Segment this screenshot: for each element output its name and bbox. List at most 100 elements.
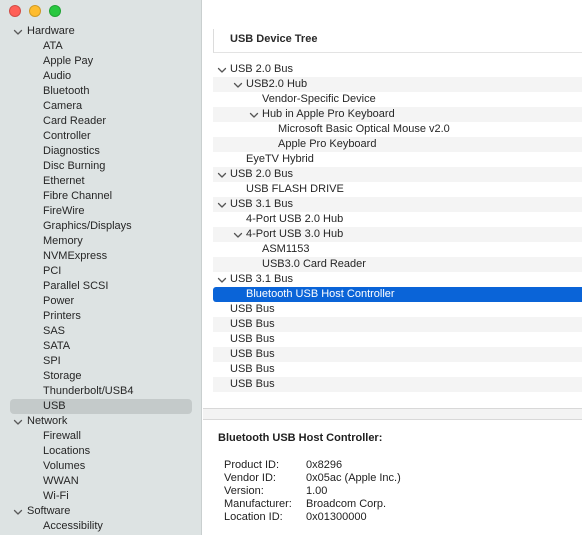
sidebar-item[interactable]: Firewall <box>0 429 201 444</box>
device-tree-row[interactable]: Hub in Apple Pro Keyboard <box>213 107 582 122</box>
sidebar-item[interactable]: Graphics/Displays <box>0 219 201 234</box>
sidebar-section-0[interactable]: Hardware <box>0 24 201 39</box>
split-divider[interactable] <box>203 408 582 420</box>
device-tree-label: USB Bus <box>230 333 275 345</box>
sidebar-item[interactable]: Bluetooth <box>0 84 201 99</box>
chevron-down-icon[interactable] <box>217 167 227 182</box>
device-tree-label: USB3.0 Card Reader <box>262 258 366 270</box>
sidebar-item[interactable]: Locations <box>0 444 201 459</box>
sidebar-item[interactable]: SPI <box>0 354 201 369</box>
sidebar-item[interactable]: Wi-Fi <box>0 489 201 504</box>
device-tree-row[interactable]: USB Bus <box>213 332 582 347</box>
sidebar-item[interactable]: Card Reader <box>0 114 201 129</box>
device-tree-row[interactable]: Apple Pro Keyboard <box>213 137 582 152</box>
minimize-window-button[interactable] <box>29 5 41 17</box>
property-value: Broadcom Corp. <box>306 498 387 510</box>
property-key: Manufacturer: <box>224 498 292 510</box>
zoom-window-button[interactable] <box>49 5 61 17</box>
property-row: Manufacturer: Broadcom Corp. <box>224 498 524 511</box>
sidebar-item[interactable]: Ethernet <box>0 174 201 189</box>
device-tree-row[interactable]: USB Bus <box>213 317 582 332</box>
device-tree-label: USB Bus <box>230 378 275 390</box>
chevron-down-icon[interactable] <box>233 77 243 92</box>
device-tree-row[interactable]: USB 2.0 Bus <box>213 167 582 182</box>
chevron-down-icon[interactable] <box>13 504 23 519</box>
device-tree-label: ASM1153 <box>262 243 310 255</box>
sidebar-section-label: Network <box>27 415 68 427</box>
sidebar-item[interactable]: Fibre Channel <box>0 189 201 204</box>
chevron-down-icon[interactable] <box>217 197 227 212</box>
sidebar-item[interactable]: Camera <box>0 99 201 114</box>
device-tree-row[interactable]: USB 3.1 Bus <box>213 197 582 212</box>
sidebar-item[interactable]: Accessibility <box>0 519 201 534</box>
device-tree-row[interactable]: USB3.0 Card Reader <box>213 257 582 272</box>
device-tree: USB 2.0 Bus USB2.0 Hub Vendor-Specific Dev… <box>213 62 582 392</box>
sidebar-item[interactable]: Disc Burning <box>0 159 201 174</box>
device-tree-label: Microsoft Basic Optical Mouse v2.0 <box>278 123 450 135</box>
device-tree-row[interactable]: USB 2.0 Bus <box>213 62 582 77</box>
device-tree-header[interactable]: USB Device Tree <box>213 29 582 53</box>
device-tree-label: USB Bus <box>230 303 275 315</box>
sidebar-item[interactable]: Diagnostics <box>0 144 201 159</box>
close-window-button[interactable] <box>9 5 21 17</box>
device-tree-row[interactable]: 4-Port USB 2.0 Hub <box>213 212 582 227</box>
device-tree-row[interactable]: Vendor-Specific Device <box>213 92 582 107</box>
sidebar-item[interactable]: Printers <box>0 309 201 324</box>
chevron-down-icon[interactable] <box>233 227 243 242</box>
device-tree-row[interactable]: EyeTV Hybrid <box>213 152 582 167</box>
sidebar-item[interactable]: PCI <box>0 264 201 279</box>
sidebar-item[interactable]: Power <box>0 294 201 309</box>
property-key: Version: <box>224 485 264 497</box>
sidebar-section-label: Software <box>27 505 71 517</box>
device-tree-row[interactable]: USB Bus <box>213 362 582 377</box>
device-tree-row[interactable]: USB Bus <box>213 377 582 392</box>
sidebar-item[interactable]: SATA <box>0 339 201 354</box>
sidebar-tree: Hardware ATA Apple Pay Audio Bluetooth Camera… <box>0 24 201 534</box>
chevron-down-icon[interactable] <box>217 272 227 287</box>
device-tree-row[interactable]: Microsoft Basic Optical Mouse v2.0 <box>213 122 582 137</box>
device-tree-label: Hub in Apple Pro Keyboard <box>262 108 395 120</box>
sidebar-item[interactable]: Storage <box>0 369 201 384</box>
sidebar-item[interactable]: Volumes <box>0 459 201 474</box>
property-value: 0x05ac (Apple Inc.) <box>306 472 401 484</box>
property-row: Product ID: 0x8296 <box>224 459 524 472</box>
sidebar-item[interactable]: Controller <box>0 129 201 144</box>
device-tree-row[interactable]: USB FLASH DRIVE <box>213 182 582 197</box>
chevron-down-icon[interactable] <box>217 62 227 77</box>
device-tree-label: 4-Port USB 3.0 Hub <box>246 228 344 240</box>
sidebar-section-1[interactable]: Network <box>0 414 201 429</box>
sidebar-item[interactable]: Parallel SCSI <box>0 279 201 294</box>
property-key: Vendor ID: <box>224 472 276 484</box>
detail-title: Bluetooth USB Host Controller: <box>218 432 383 444</box>
device-tree-label: USB 3.1 Bus <box>230 273 293 285</box>
sidebar-item[interactable]: WWAN <box>0 474 201 489</box>
sidebar-item[interactable]: Apple Pay <box>0 54 201 69</box>
device-tree-row[interactable]: USB2.0 Hub <box>213 77 582 92</box>
device-tree-label: Apple Pro Keyboard <box>278 138 377 150</box>
sidebar-item[interactable]: Audio <box>0 69 201 84</box>
device-tree-row[interactable]: 4-Port USB 3.0 Hub <box>213 227 582 242</box>
sidebar-item[interactable]: Thunderbolt/USB4 <box>0 384 201 399</box>
device-tree-row[interactable]: Bluetooth USB Host Controller <box>213 287 582 302</box>
device-tree-row[interactable]: ASM1153 <box>213 242 582 257</box>
device-tree-row[interactable]: USB 3.1 Bus <box>213 272 582 287</box>
sidebar-item[interactable]: NVMExpress <box>0 249 201 264</box>
property-value: 0x8296 <box>306 459 343 471</box>
sidebar-item[interactable]: USB <box>10 399 192 414</box>
sidebar-item[interactable]: FireWire <box>0 204 201 219</box>
sidebar-item[interactable]: Memory <box>0 234 201 249</box>
sidebar-section-2[interactable]: Software <box>0 504 201 519</box>
detail-pane: Bluetooth USB Host Controller: Product I… <box>203 421 582 535</box>
sidebar-item[interactable]: SAS <box>0 324 201 339</box>
chevron-down-icon[interactable] <box>249 107 259 122</box>
device-tree-row[interactable]: USB Bus <box>213 302 582 317</box>
device-tree-header-label: USB Device Tree <box>230 33 318 45</box>
sidebar-item[interactable]: ATA <box>0 39 201 54</box>
chevron-down-icon[interactable] <box>13 24 23 39</box>
device-tree-label: USB 3.1 Bus <box>230 198 293 210</box>
chevron-down-icon[interactable] <box>13 414 23 429</box>
device-tree-row[interactable]: USB Bus <box>213 347 582 362</box>
device-tree-label: EyeTV Hybrid <box>246 153 314 165</box>
device-tree-label: USB2.0 Hub <box>246 78 308 90</box>
sidebar-section-label: Hardware <box>27 25 75 37</box>
